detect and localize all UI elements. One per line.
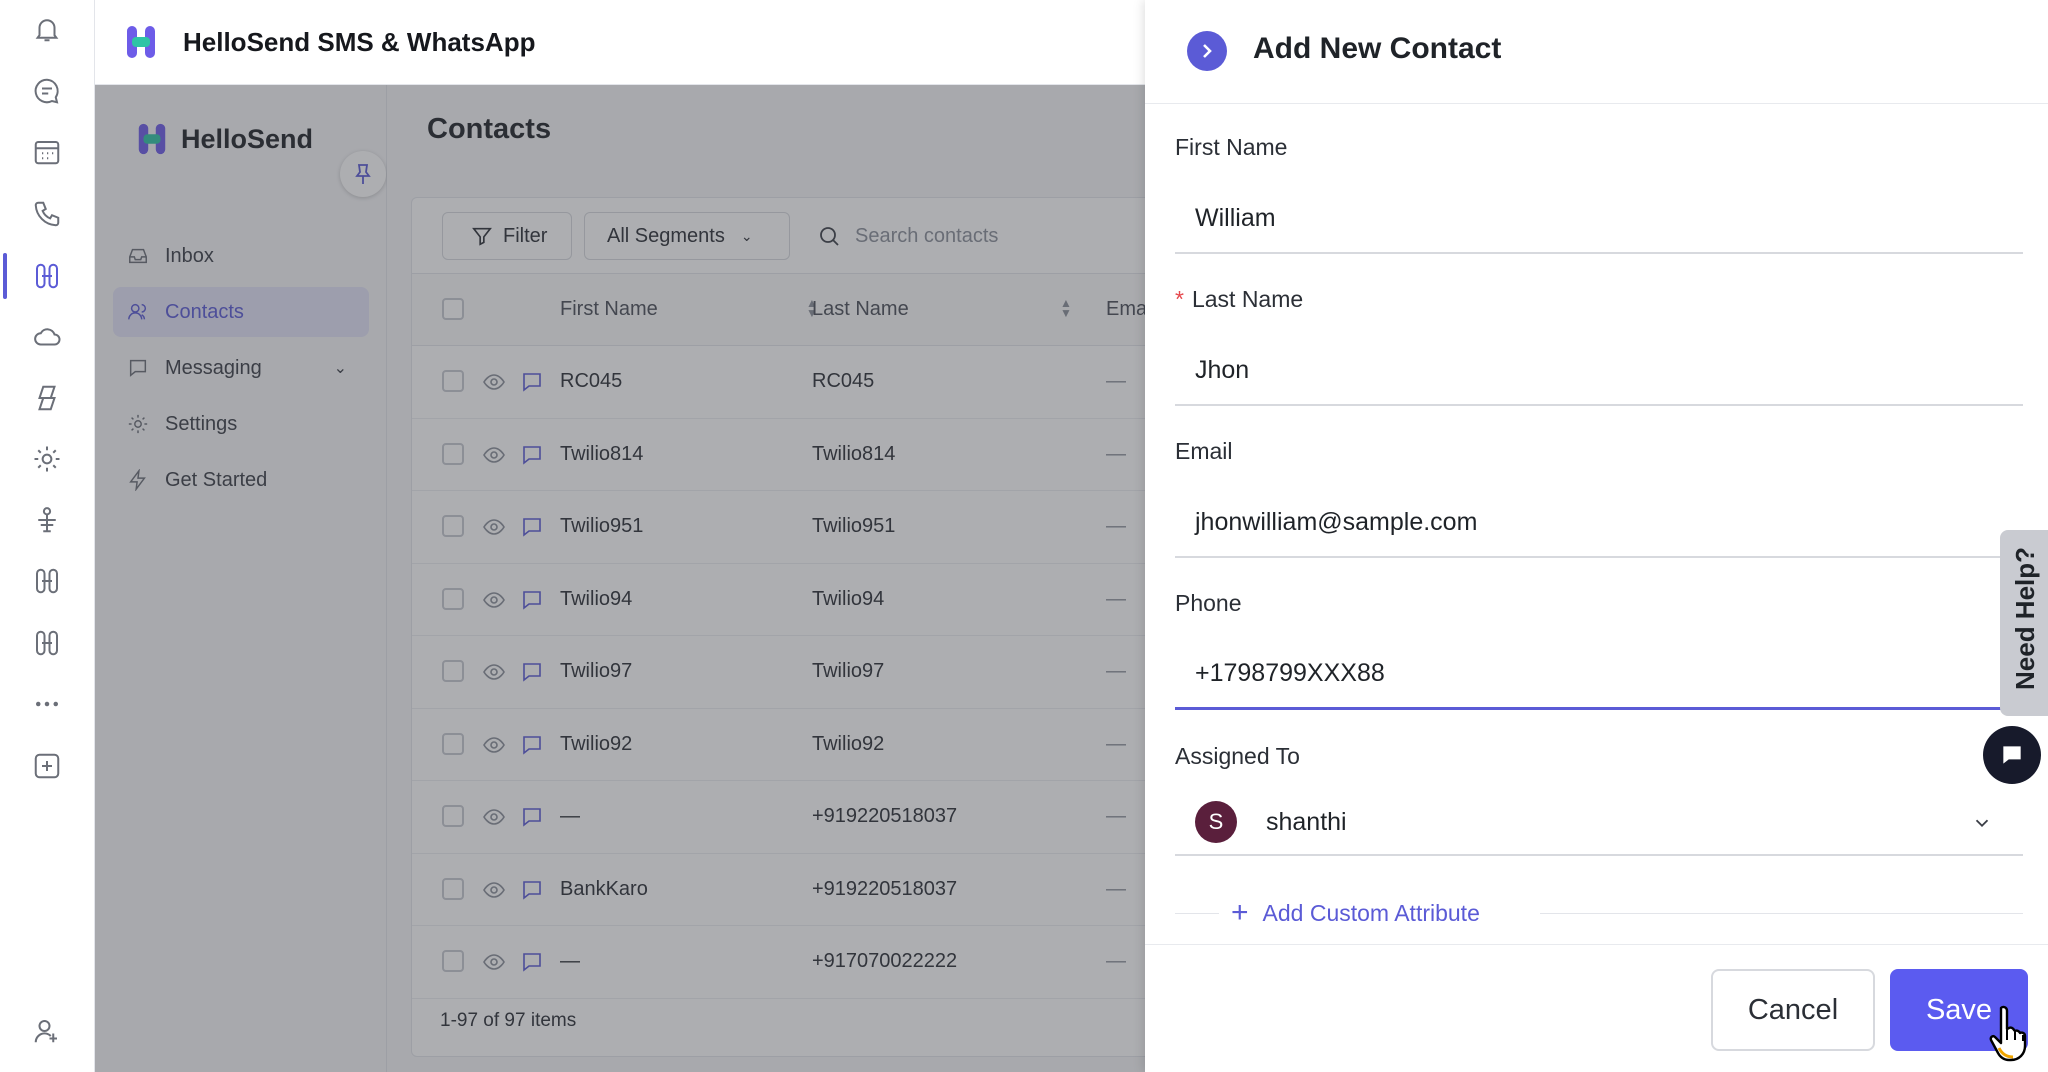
add-app-icon[interactable] bbox=[30, 749, 64, 783]
app-header: HelloSend SMS & WhatsApp bbox=[95, 0, 1145, 85]
add-custom-attribute-button[interactable]: + Add Custom Attribute bbox=[1231, 896, 1480, 930]
phone-field[interactable]: +1798799XXX88 bbox=[1175, 640, 2023, 710]
app-tile-icon[interactable] bbox=[30, 626, 64, 660]
add-custom-attribute-label: Add Custom Attribute bbox=[1262, 899, 1480, 926]
app-title: HelloSend SMS & WhatsApp bbox=[183, 26, 536, 57]
more-icon[interactable] bbox=[30, 687, 64, 721]
calendar-icon[interactable] bbox=[30, 135, 64, 169]
drawer-footer: Cancel Save bbox=[1145, 944, 2048, 1072]
divider bbox=[1540, 913, 2023, 914]
email-field[interactable]: jhonwilliam@sample.com bbox=[1175, 488, 2023, 558]
rail-active-indicator bbox=[3, 253, 7, 299]
chevron-right-icon bbox=[1203, 44, 1212, 58]
need-help-tab[interactable]: Need Help? bbox=[2000, 530, 2048, 716]
phone-label: Phone bbox=[1175, 590, 1242, 616]
collapse-drawer-button[interactable] bbox=[1187, 31, 1227, 71]
modal-backdrop[interactable] bbox=[95, 85, 1145, 1072]
divider bbox=[1175, 913, 1219, 914]
last-name-label-text: Last Name bbox=[1191, 286, 1304, 312]
first-name-field[interactable]: William bbox=[1175, 184, 2023, 254]
bell-icon[interactable] bbox=[30, 12, 64, 46]
drawer-header: Add New Contact bbox=[1145, 0, 2048, 104]
cancel-button[interactable]: Cancel bbox=[1711, 969, 1875, 1051]
drawer-title: Add New Contact bbox=[1253, 32, 1502, 65]
email-label: Email bbox=[1175, 438, 1233, 464]
need-help-label: Need Help? bbox=[2010, 546, 2040, 690]
app-rail bbox=[0, 0, 95, 1072]
chevron-down-icon bbox=[1975, 819, 1989, 828]
app-tile-icon[interactable] bbox=[30, 564, 64, 598]
hellosend-logo bbox=[127, 26, 155, 58]
last-name-label: * Last Name bbox=[1175, 286, 1303, 313]
tree-icon[interactable] bbox=[30, 503, 64, 537]
add-contact-drawer: Add New Contact First Name William * Last… bbox=[1145, 0, 2048, 1072]
assigned-to-select[interactable]: S shanthi bbox=[1175, 790, 2023, 856]
phone-icon[interactable] bbox=[30, 197, 64, 231]
hellosend-app-icon[interactable] bbox=[30, 259, 64, 293]
last-name-field[interactable]: Jhon bbox=[1175, 336, 2023, 406]
copilot-icon[interactable] bbox=[30, 381, 64, 415]
first-name-label: First Name bbox=[1175, 134, 1288, 160]
plus-icon: + bbox=[1231, 896, 1249, 929]
assigned-user-name: shanthi bbox=[1266, 807, 1347, 836]
chat-bubble-icon[interactable] bbox=[30, 74, 64, 108]
assigned-to-label: Assigned To bbox=[1175, 743, 1300, 769]
profile-icon[interactable] bbox=[30, 1014, 64, 1048]
hand-cursor-icon bbox=[1989, 1005, 2027, 1062]
required-marker: * bbox=[1175, 286, 1184, 312]
settings-gear-icon[interactable] bbox=[30, 442, 64, 476]
chat-widget-button[interactable] bbox=[1983, 726, 2041, 784]
cloud-icon[interactable] bbox=[30, 320, 64, 354]
avatar: S bbox=[1195, 801, 1237, 843]
chat-icon bbox=[2003, 746, 2021, 764]
